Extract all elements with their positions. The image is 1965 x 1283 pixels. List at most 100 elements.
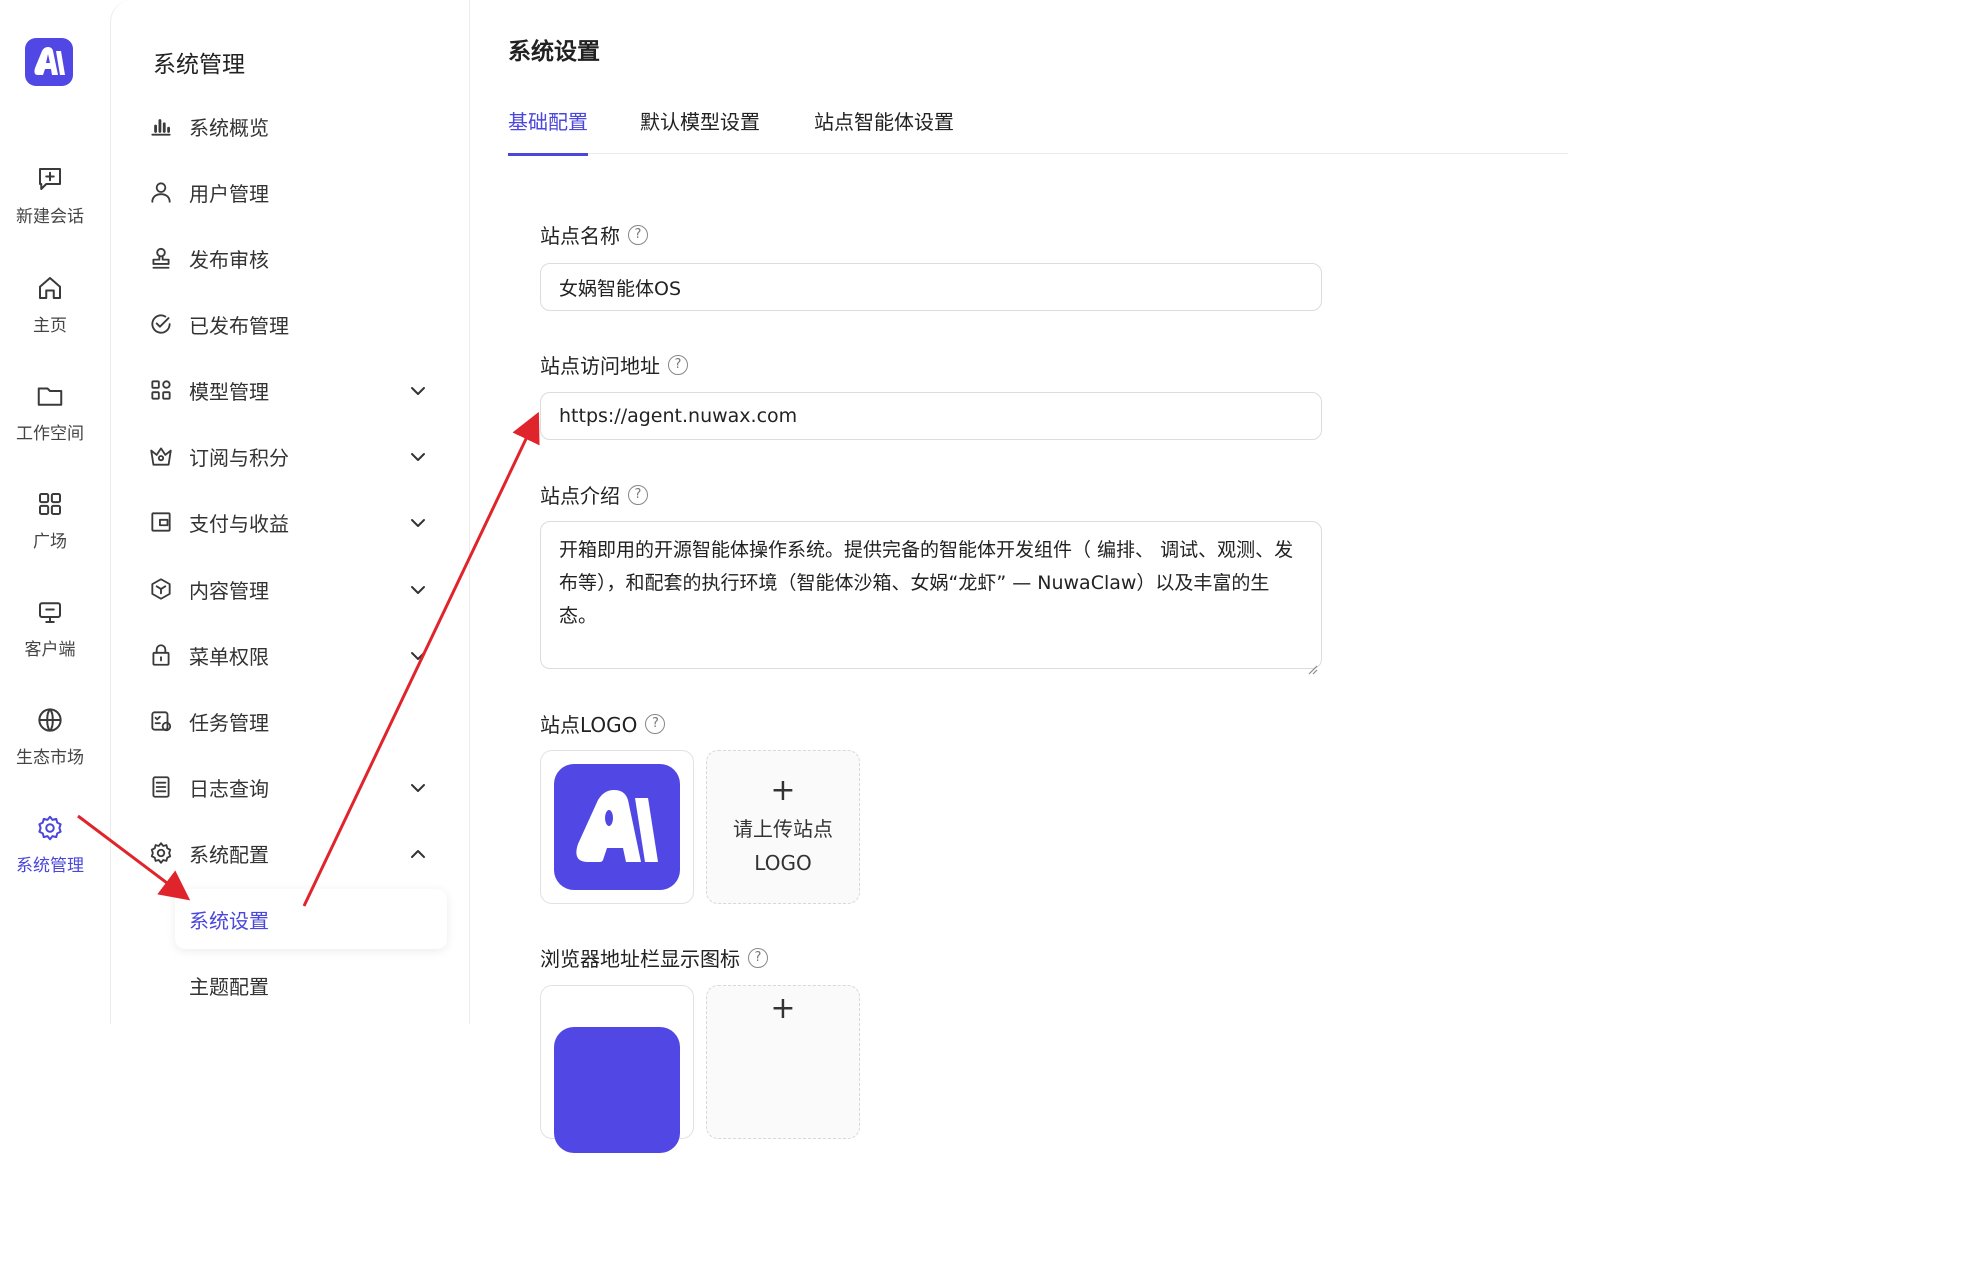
home-icon (39, 277, 61, 299)
favicon-upload[interactable]: + (706, 985, 860, 1139)
rail-item-home[interactable]: 主页 (0, 273, 100, 336)
sidebar-subitem-label: 系统设置 (189, 908, 269, 933)
chevron-down-icon[interactable] (409, 381, 427, 399)
favicon-label-text: 浏览器地址栏显示图标 (540, 947, 740, 971)
wallet-icon (147, 508, 175, 536)
site-intro-label: 站点介绍 ? (540, 480, 648, 509)
site-name-label: 站点名称 ? (540, 220, 648, 249)
chevron-down-icon[interactable] (409, 778, 427, 796)
plus-icon: + (770, 773, 796, 808)
grid-icon (39, 493, 61, 515)
chevron-down-icon[interactable] (409, 513, 427, 531)
icon-rail: 新建会话 主页 工作空间 广场 客户端 生态市场 系统管理 (0, 0, 110, 1024)
globe-icon (38, 708, 62, 732)
plus-icon: + (770, 991, 796, 1026)
rail-item-label: 新建会话 (16, 207, 84, 227)
stamp-icon (147, 244, 175, 272)
rail-item-plaza[interactable]: 广场 (0, 489, 100, 552)
sidebar-item-label: 发布审核 (189, 247, 269, 272)
upload-hint: 请上传站点LOGO (733, 817, 833, 875)
chevron-down-icon[interactable] (409, 580, 427, 598)
site-logo-preview[interactable] (540, 750, 694, 904)
sidebar-subitem-theme[interactable]: 主题配置 (175, 955, 447, 1015)
chevron-down-icon[interactable] (409, 646, 427, 664)
chevron-down-icon[interactable] (409, 447, 427, 465)
help-icon[interactable]: ? (748, 947, 768, 968)
rail-item-client[interactable]: 客户端 (0, 597, 100, 660)
rail-item-workspace[interactable]: 工作空间 (0, 381, 100, 444)
sidebar-item-content[interactable]: 内容管理 (147, 569, 447, 609)
folder-icon (37, 387, 63, 406)
site-name-input[interactable]: 女娲智能体OS (540, 263, 1322, 311)
site-url-label-text: 站点访问地址 (540, 354, 660, 378)
rail-item-label: 主页 (33, 316, 67, 336)
settings-icon (147, 839, 175, 867)
rail-item-market[interactable]: 生态市场 (0, 705, 100, 768)
tab-site-agent[interactable]: 站点智能体设置 (814, 106, 954, 153)
sidebar-item-label: 菜单权限 (189, 644, 269, 669)
sidebar-item-label: 支付与收益 (189, 511, 289, 536)
site-logo-image (554, 764, 680, 890)
sidebar-item-tasks[interactable]: 任务管理 (147, 701, 447, 741)
resize-handle-icon[interactable] (1306, 653, 1318, 675)
rail-item-label: 生态市场 (16, 748, 84, 768)
help-icon[interactable]: ? (668, 354, 688, 375)
sidebar-item-logs[interactable]: 日志查询 (147, 767, 447, 807)
help-icon[interactable]: ? (628, 484, 648, 505)
tab-basic-config[interactable]: 基础配置 (508, 106, 588, 156)
favicon-preview[interactable] (540, 985, 694, 1153)
rail-item-system-admin[interactable]: 系统管理 (0, 813, 100, 876)
sidebar-item-label: 内容管理 (189, 578, 269, 603)
favicon-label: 浏览器地址栏显示图标 ? (540, 943, 768, 972)
sidebar-item-label: 系统配置 (189, 842, 269, 867)
site-url-label: 站点访问地址 ? (540, 350, 688, 379)
sidebar-item-label: 模型管理 (189, 379, 269, 404)
sidebar-item-users[interactable]: 用户管理 (147, 172, 447, 212)
task-icon (147, 707, 175, 735)
log-icon (147, 773, 175, 801)
logo-mark-icon (576, 790, 658, 862)
site-intro-textarea[interactable]: 开箱即用的开源智能体操作系统。提供完备的智能体开发组件（ 编排、 调试、观测、发… (540, 521, 1322, 675)
chat-plus-icon (39, 168, 61, 190)
sidebar-item-published[interactable]: 已发布管理 (147, 304, 447, 344)
gear-icon (38, 815, 62, 841)
rail-item-label: 广场 (33, 532, 67, 552)
chevron-up-icon[interactable] (409, 844, 427, 862)
monitor-icon (39, 602, 61, 623)
sidebar-item-review[interactable]: 发布审核 (147, 238, 447, 278)
apps-icon (147, 376, 175, 404)
site-name-value: 女娲智能体OS (559, 277, 682, 300)
logo-mark-icon (34, 47, 65, 75)
site-logo-label: 站点LOGO ? (540, 709, 666, 738)
site-logo-upload[interactable]: + 请上传站点LOGO (706, 750, 860, 904)
sidebar-item-label: 已发布管理 (189, 313, 289, 338)
box-icon (147, 575, 175, 603)
help-icon[interactable]: ? (628, 224, 648, 245)
sidebar-item-menu-permissions[interactable]: 菜单权限 (147, 635, 447, 675)
tab-default-model[interactable]: 默认模型设置 (640, 106, 760, 153)
sidebar-item-models[interactable]: 模型管理 (147, 370, 447, 410)
user-icon (147, 178, 175, 206)
help-icon[interactable]: ? (645, 713, 666, 734)
main-content: 系统设置 基础配置 默认模型设置 站点智能体设置 站点名称 ? 女娲智能体OS … (470, 0, 1568, 1153)
sidebar-item-payment[interactable]: 支付与收益 (147, 502, 447, 542)
app-logo[interactable] (25, 38, 73, 86)
tab-bar: 基础配置 默认模型设置 站点智能体设置 (508, 100, 1568, 156)
sidebar-item-subscription[interactable]: 订阅与积分 (147, 436, 447, 476)
sidebar-item-label: 用户管理 (189, 181, 269, 206)
site-name-label-text: 站点名称 (540, 224, 620, 248)
sidebar-subitem-label: 主题配置 (189, 974, 269, 999)
sidebar-item-label: 任务管理 (189, 710, 269, 735)
favicon-image (554, 1027, 680, 1153)
sidebar-item-overview[interactable]: 系统概览 (147, 106, 447, 146)
rail-item-label: 客户端 (24, 640, 76, 660)
lock-icon (147, 641, 175, 669)
admin-sidebar: 系统管理 系统概览 用户管理 发布审核 已发布管理 模型管理 订阅与积分 支付与… (110, 0, 470, 1024)
sidebar-item-system-config[interactable]: 系统配置 (147, 833, 447, 873)
page-title: 系统设置 (508, 39, 600, 65)
sidebar-title: 系统管理 (153, 52, 245, 78)
sidebar-subitem-system-settings[interactable]: 系统设置 (175, 889, 447, 949)
site-url-input[interactable]: https://agent.nuwax.com (540, 392, 1322, 440)
rail-item-new-chat[interactable]: 新建会话 (0, 164, 100, 227)
check-circle-icon (147, 310, 175, 338)
